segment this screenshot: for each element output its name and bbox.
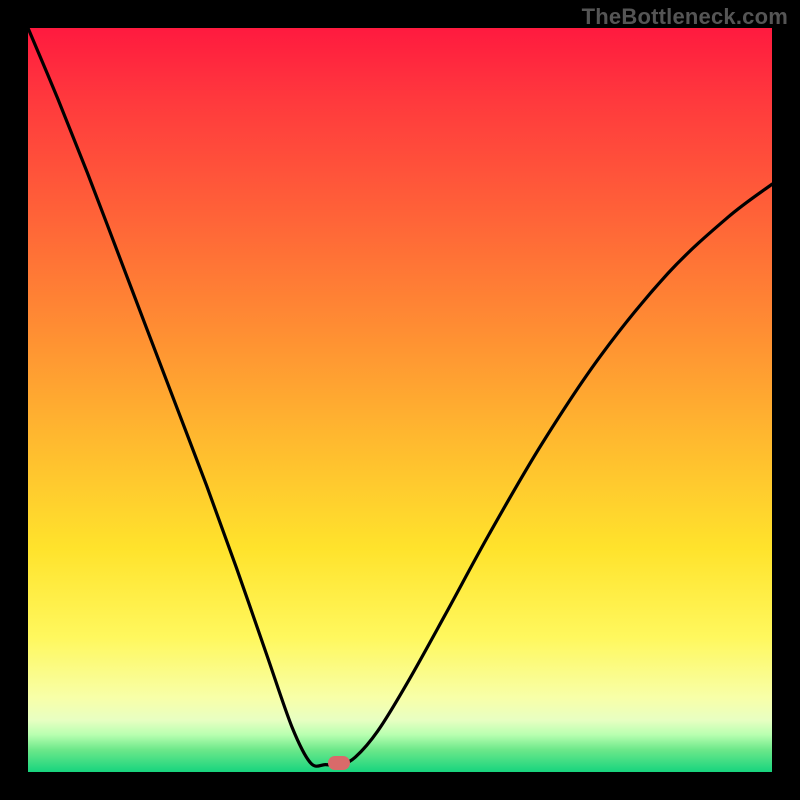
watermark-text: TheBottleneck.com xyxy=(582,4,788,30)
plot-area xyxy=(28,28,772,772)
minimum-marker xyxy=(328,756,350,770)
chart-frame: TheBottleneck.com xyxy=(0,0,800,800)
bottleneck-curve xyxy=(28,28,772,772)
